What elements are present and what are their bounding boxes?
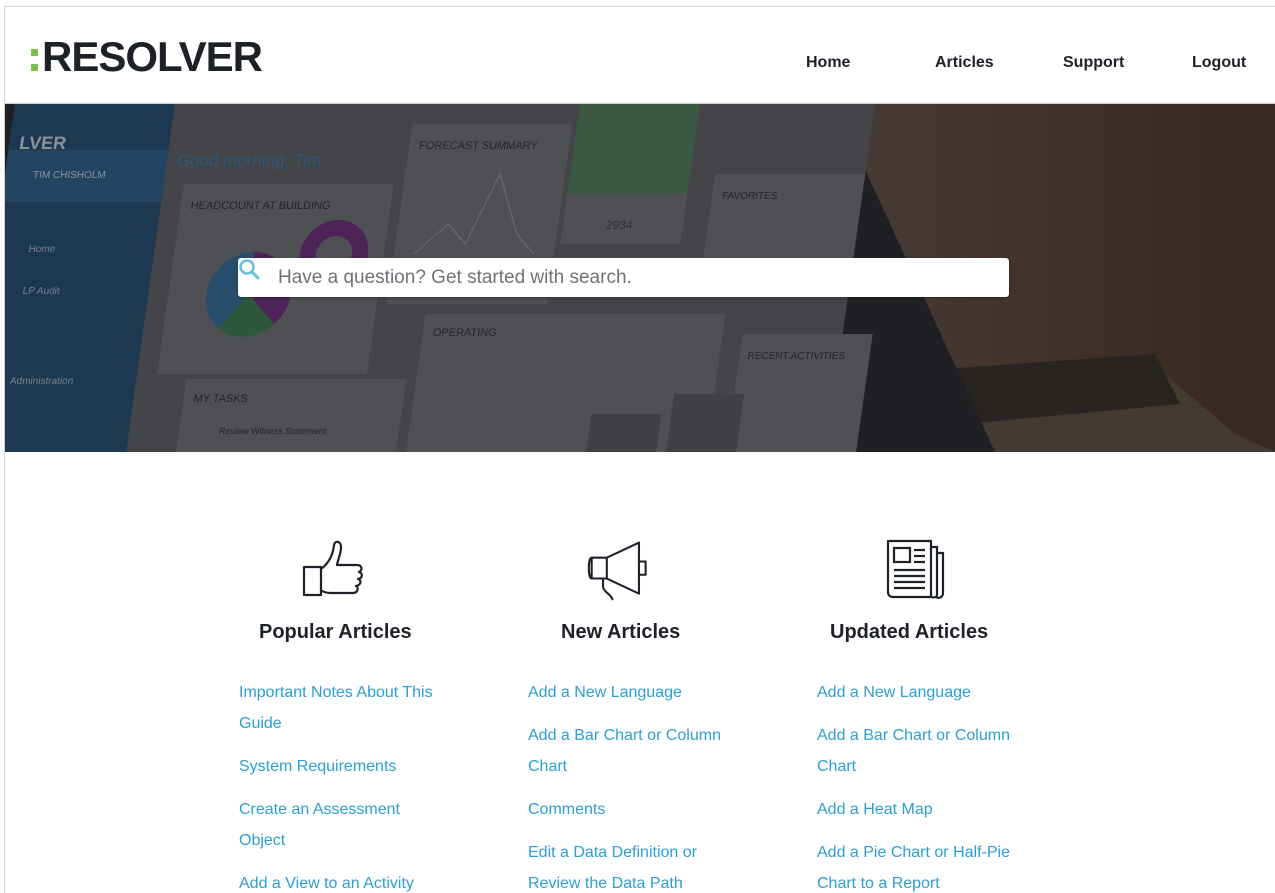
- search-input[interactable]: [278, 259, 978, 296]
- article-link[interactable]: Comments: [528, 794, 728, 825]
- list-item: Add a Bar Chart or Column Chart: [528, 720, 728, 782]
- article-link[interactable]: Add a New Language: [528, 677, 728, 708]
- main-nav: Home Articles Support Logout: [5, 53, 1275, 75]
- article-link[interactable]: Edit a Data Definition or Review the Dat…: [528, 837, 728, 893]
- list-item: System Requirements: [239, 751, 439, 782]
- megaphone-icon: [587, 541, 647, 601]
- article-link[interactable]: Add a Heat Map: [817, 794, 1017, 825]
- nav-home-link[interactable]: Home: [806, 53, 850, 73]
- site-header: RESOLVER Home Articles Support Logout: [5, 7, 1275, 104]
- page-frame: RESOLVER Home Articles Support Logout LV…: [4, 6, 1275, 893]
- list-item: Add a View to an Activity: [239, 868, 439, 893]
- article-link[interactable]: Add a Bar Chart or Column Chart: [817, 720, 1017, 782]
- article-link[interactable]: Important Notes About This Guide: [239, 677, 439, 739]
- search-bar[interactable]: [238, 258, 1009, 297]
- newspaper-icon: [886, 539, 945, 599]
- list-item: Add a Pie Chart or Half-Pie Chart to a R…: [817, 837, 1017, 893]
- updated-articles-list: Add a New Language Add a Bar Chart or Co…: [817, 677, 1017, 893]
- list-item: Add a Bar Chart or Column Chart: [817, 720, 1017, 782]
- popular-articles-list: Important Notes About This Guide System …: [239, 677, 439, 893]
- nav-articles-link[interactable]: Articles: [935, 53, 994, 73]
- list-item: Add a New Language: [528, 677, 728, 708]
- list-item: Add a Heat Map: [817, 794, 1017, 825]
- search-icon[interactable]: [238, 258, 278, 297]
- thumbs-up-icon: [302, 540, 363, 597]
- list-item: Important Notes About This Guide: [239, 677, 439, 739]
- nav-logout-link[interactable]: Logout: [1192, 53, 1246, 73]
- article-link[interactable]: Add a View to an Activity: [239, 868, 439, 893]
- nav-support-link[interactable]: Support: [1063, 53, 1124, 73]
- new-articles-title: New Articles: [561, 621, 681, 643]
- hero-banner: LVER TIM CHISHOLM Home LP Audit Administ…: [5, 104, 1275, 452]
- list-item: Edit a Data Definition or Review the Dat…: [528, 837, 728, 893]
- list-item: Create an Assessment Object: [239, 794, 439, 856]
- popular-articles-title: Popular Articles: [259, 621, 412, 643]
- article-link[interactable]: Add a Pie Chart or Half-Pie Chart to a R…: [817, 837, 1017, 893]
- new-articles-list: Add a New Language Add a Bar Chart or Co…: [528, 677, 728, 893]
- article-link[interactable]: Add a New Language: [817, 677, 1017, 708]
- article-link[interactable]: System Requirements: [239, 751, 439, 782]
- article-link[interactable]: Create an Assessment Object: [239, 794, 439, 856]
- updated-articles-title: Updated Articles: [830, 621, 989, 643]
- article-link[interactable]: Add a Bar Chart or Column Chart: [528, 720, 728, 782]
- list-item: Add a New Language: [817, 677, 1017, 708]
- list-item: Comments: [528, 794, 728, 825]
